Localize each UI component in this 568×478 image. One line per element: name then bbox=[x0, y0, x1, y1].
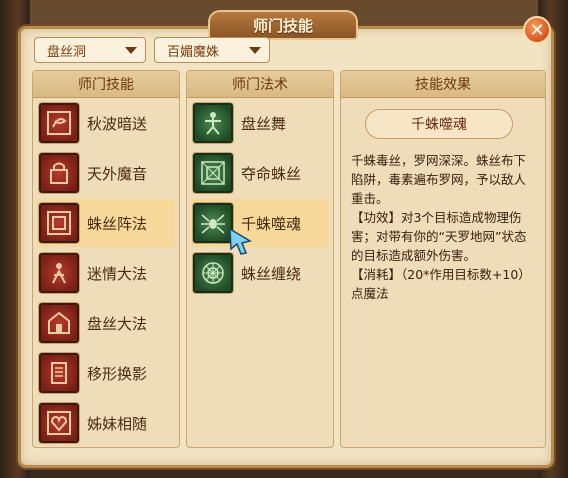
character-dropdown-value: 百媚魔姝 bbox=[167, 44, 220, 60]
chevron-down-icon bbox=[249, 47, 261, 54]
figure-icon bbox=[39, 253, 79, 293]
skill-item[interactable]: 蛛丝阵法 bbox=[37, 199, 175, 247]
effect-cost: 【消耗】（20*作用目标数+10）点魔法 bbox=[351, 267, 531, 301]
window-title: 师门技能 bbox=[208, 10, 358, 40]
swirl-icon bbox=[39, 103, 79, 143]
skill-label: 姊妹相随 bbox=[87, 414, 148, 433]
spell-label: 盘丝舞 bbox=[241, 114, 287, 133]
skill-item[interactable]: 移形换影 bbox=[37, 349, 175, 397]
spider-icon bbox=[193, 203, 233, 243]
close-icon: ✕ bbox=[529, 19, 545, 41]
dancer-icon bbox=[193, 103, 233, 143]
effect-function: 【功效】对3个目标造成物理伤害；对带有你的“天罗地网”状态的目标造成额外伤害。 bbox=[351, 210, 527, 263]
effect-column-header: 技能效果 bbox=[341, 71, 545, 98]
skill-label: 盘丝大法 bbox=[87, 314, 148, 333]
skill-label: 蛛丝阵法 bbox=[87, 214, 148, 233]
skill-label: 秋波暗送 bbox=[87, 114, 148, 133]
web-icon bbox=[193, 253, 233, 293]
square-frame-icon bbox=[39, 203, 79, 243]
close-button[interactable]: ✕ bbox=[523, 16, 551, 44]
skills-column-header: 师门技能 bbox=[33, 71, 179, 98]
spell-label: 夺命蛛丝 bbox=[241, 164, 302, 183]
skills-column: 师门技能 秋波暗送 天外魔音 蛛丝阵法 迷情大法 盘丝大法 移形换影 姊妹相随 bbox=[32, 70, 180, 448]
heart-icon bbox=[39, 403, 79, 443]
school-dropdown[interactable]: 盘丝洞 bbox=[34, 37, 146, 63]
chevron-down-icon bbox=[125, 47, 137, 54]
effect-description: 千蛛毒丝，罗网深深。蛛丝布下陷阱，毒素遍布罗网，予以敌人重击。 【功效】对3个目… bbox=[351, 151, 537, 303]
spell-item[interactable]: 盘丝舞 bbox=[191, 99, 329, 147]
spell-item[interactable]: 夺命蛛丝 bbox=[191, 149, 329, 197]
skill-item[interactable]: 天外魔音 bbox=[37, 149, 175, 197]
skill-label: 迷情大法 bbox=[87, 264, 148, 283]
web-square-icon bbox=[193, 153, 233, 193]
skill-item[interactable]: 盘丝大法 bbox=[37, 299, 175, 347]
scroll-icon bbox=[39, 353, 79, 393]
effect-desc: 千蛛毒丝，罗网深深。蛛丝布下陷阱，毒素遍布罗网，予以敌人重击。 bbox=[351, 153, 527, 206]
skill-label: 天外魔音 bbox=[87, 164, 148, 183]
skill-item[interactable]: 秋波暗送 bbox=[37, 99, 175, 147]
spells-column-header: 师门法术 bbox=[187, 71, 333, 98]
skill-label: 移形换影 bbox=[87, 364, 148, 383]
effect-column: 技能效果 千蛛噬魂 千蛛毒丝，罗网深深。蛛丝布下陷阱，毒素遍布罗网，予以敌人重击… bbox=[340, 70, 546, 448]
effect-title: 千蛛噬魂 bbox=[365, 109, 513, 139]
school-dropdown-value: 盘丝洞 bbox=[47, 44, 87, 60]
spell-label: 蛛丝缠绕 bbox=[241, 264, 302, 283]
character-dropdown[interactable]: 百媚魔姝 bbox=[154, 37, 270, 63]
skill-item[interactable]: 姊妹相随 bbox=[37, 399, 175, 447]
spells-column: 师门法术 盘丝舞 夺命蛛丝 千蛛噬魂 蛛丝缠绕 bbox=[186, 70, 334, 448]
spell-item[interactable]: 蛛丝缠绕 bbox=[191, 249, 329, 297]
lock-icon bbox=[39, 153, 79, 193]
house-icon bbox=[39, 303, 79, 343]
pointer-cursor-icon bbox=[229, 227, 252, 255]
skill-item[interactable]: 迷情大法 bbox=[37, 249, 175, 297]
spell-item[interactable]: 千蛛噬魂 bbox=[191, 199, 329, 247]
